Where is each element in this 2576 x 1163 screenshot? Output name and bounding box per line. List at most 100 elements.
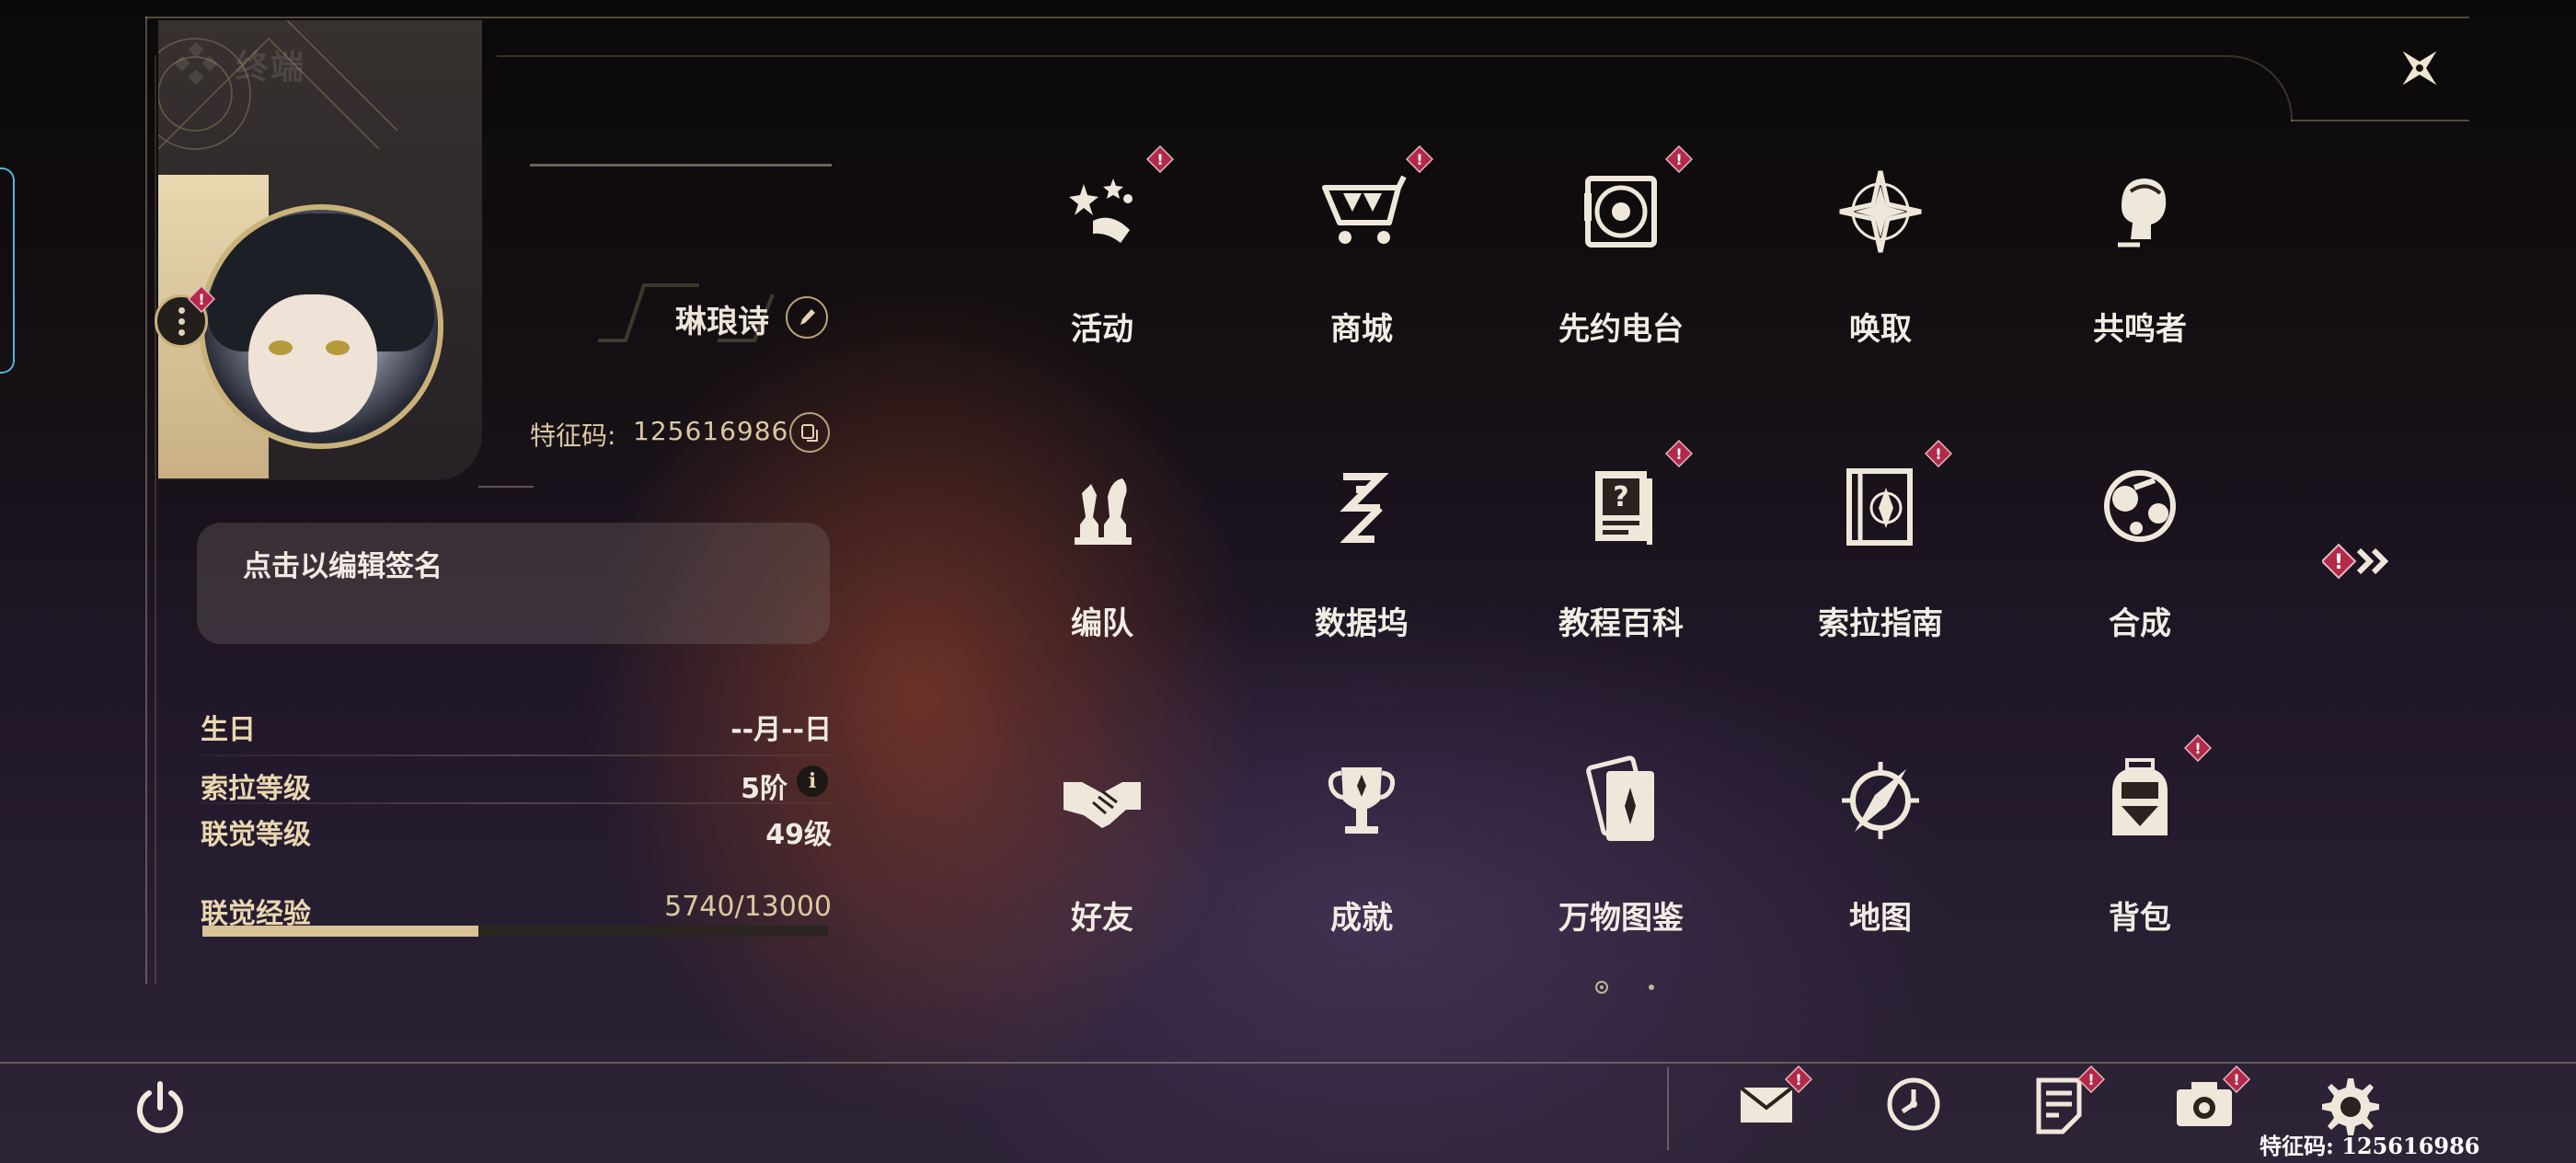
xp-bar-fill bbox=[202, 926, 478, 937]
svg-text:!: ! bbox=[1795, 1071, 1801, 1088]
menu-item-8[interactable]: 索拉指南! bbox=[1779, 439, 1982, 644]
menu-item-12[interactable]: 万物图鉴 bbox=[1520, 754, 1722, 938]
sol-level-label: 索拉等级 bbox=[201, 773, 311, 805]
svg-text:!: ! bbox=[1935, 445, 1941, 463]
power-button[interactable] bbox=[127, 1075, 193, 1141]
clock-button[interactable] bbox=[1880, 1071, 1947, 1137]
menu-item-14[interactable]: 背包! bbox=[2039, 733, 2241, 938]
menu-item-10[interactable]: 好友 bbox=[1001, 754, 1203, 938]
uid-label: 特征码: bbox=[530, 420, 616, 451]
tutorial-book-icon: ? bbox=[1575, 460, 1667, 552]
trophy-icon bbox=[1316, 754, 1408, 846]
edit-name-button[interactable] bbox=[786, 296, 828, 339]
pager-dot-active[interactable] bbox=[1595, 981, 1608, 994]
menu-item-2[interactable]: 先约电台! bbox=[1520, 144, 1722, 350]
svg-text:!: ! bbox=[2233, 1071, 2239, 1088]
stat-divider bbox=[201, 754, 832, 756]
backpack-icon bbox=[2094, 754, 2186, 846]
menu-item-label: 活动 bbox=[1071, 311, 1133, 348]
svg-text:!: ! bbox=[2334, 551, 2343, 574]
avatar-eye bbox=[269, 340, 293, 355]
alert-badge: ! bbox=[2183, 733, 2213, 763]
alert-badge: ! bbox=[1924, 439, 1953, 468]
map-compass-icon bbox=[1834, 754, 1926, 846]
power-icon bbox=[137, 1081, 183, 1134]
avatar-eye bbox=[326, 340, 350, 355]
menu-item-label: 地图 bbox=[1849, 900, 1912, 937]
signature-field[interactable]: 点击以编辑签名 bbox=[197, 523, 830, 644]
menu-item-6[interactable]: 数据坞 bbox=[1260, 460, 1463, 644]
menu-item-label: 先约电台 bbox=[1558, 311, 1684, 348]
alert-badge: ! bbox=[1664, 439, 1694, 468]
svg-text:!: ! bbox=[2194, 740, 2201, 757]
card-collection-icon bbox=[1575, 754, 1667, 846]
info-icon[interactable]: i bbox=[797, 766, 828, 797]
alert-badge: ! bbox=[1405, 144, 1434, 174]
pencil-icon bbox=[800, 309, 815, 325]
resonator-head-icon bbox=[2094, 166, 2186, 258]
menu-item-13[interactable]: 地图 bbox=[1779, 754, 1982, 938]
sol-level-value: 5阶 bbox=[741, 773, 788, 805]
alert-badge: ! bbox=[1145, 144, 1175, 174]
pager-dot[interactable] bbox=[1649, 985, 1654, 990]
menu-item-5[interactable]: 编队 bbox=[1001, 460, 1203, 644]
shop-cart-icon bbox=[1316, 166, 1408, 258]
alert-badge: ! bbox=[1664, 144, 1694, 174]
svg-text:?: ? bbox=[1613, 481, 1628, 513]
close-star-icon bbox=[2402, 51, 2437, 86]
player-name: 琳琅诗 bbox=[675, 304, 769, 340]
bottom-bar-divider bbox=[1667, 1067, 1669, 1150]
alert-badge: ! bbox=[1784, 1065, 1813, 1094]
menu-item-label: 商城 bbox=[1330, 311, 1393, 348]
data-dock-icon bbox=[1316, 460, 1408, 552]
camera-button[interactable]: ! bbox=[2171, 1065, 2251, 1137]
menu-item-label: 教程百科 bbox=[1558, 605, 1684, 642]
left-edge-tab[interactable] bbox=[0, 167, 15, 374]
close-button[interactable] bbox=[2392, 40, 2447, 96]
name-divider bbox=[530, 164, 832, 167]
menu-item-label: 万物图鉴 bbox=[1558, 900, 1684, 937]
xp-value: 5740/13000 bbox=[664, 891, 832, 923]
avatar-alert-badge: ! bbox=[187, 284, 216, 314]
summon-compass-star-icon bbox=[1834, 166, 1926, 258]
menu-item-9[interactable]: 合成 bbox=[2039, 460, 2241, 644]
menu-item-label: 合成 bbox=[2109, 605, 2171, 642]
copy-icon bbox=[801, 424, 818, 442]
frame-top-line bbox=[145, 17, 2469, 18]
radio-disc-icon bbox=[1575, 166, 1667, 258]
menu-item-0[interactable]: 活动! bbox=[1001, 144, 1203, 350]
menu-item-label: 唤取 bbox=[1849, 311, 1912, 348]
menu-item-label: 数据坞 bbox=[1315, 605, 1409, 642]
svg-text:!: ! bbox=[1675, 445, 1682, 463]
alert-badge: ! bbox=[2222, 1065, 2251, 1094]
menu-item-7[interactable]: ? 教程百科! bbox=[1520, 439, 1722, 644]
mail-button[interactable]: ! bbox=[1733, 1065, 1813, 1137]
menu-item-4[interactable]: 共鸣者 bbox=[2039, 166, 2241, 350]
menu-item-label: 背包 bbox=[2109, 900, 2171, 937]
svg-text:!: ! bbox=[198, 291, 204, 308]
chess-team-icon bbox=[1056, 460, 1148, 552]
svg-text:!: ! bbox=[1675, 151, 1682, 168]
svg-text:!: ! bbox=[1416, 151, 1422, 168]
menu-item-1[interactable]: 商城! bbox=[1260, 144, 1463, 350]
birthday-label: 生日 bbox=[201, 714, 256, 746]
guide-book-icon bbox=[1834, 460, 1926, 552]
menu-item-11[interactable]: 成就 bbox=[1260, 754, 1463, 938]
handshake-icon bbox=[1056, 754, 1148, 846]
svg-text:!: ! bbox=[1156, 151, 1163, 168]
profile-divider bbox=[478, 486, 534, 488]
next-page-button[interactable]: ! bbox=[2320, 541, 2396, 582]
uid-value: 125616986 bbox=[633, 416, 789, 446]
frame-curve bbox=[497, 55, 2293, 121]
union-level-label: 联觉等级 bbox=[201, 819, 311, 851]
copy-uid-button[interactable] bbox=[789, 412, 830, 453]
bottom-bar-line bbox=[0, 1062, 2576, 1064]
menu-item-3[interactable]: 唤取 bbox=[1779, 166, 1982, 350]
menu-item-label: 好友 bbox=[1071, 900, 1133, 937]
birthday-value: --月--日 bbox=[730, 714, 832, 746]
frame-right-cap bbox=[2291, 120, 2469, 121]
menu-item-label: 共鸣者 bbox=[2093, 311, 2187, 348]
synthesis-icon bbox=[2094, 460, 2186, 552]
menu-item-label: 编队 bbox=[1071, 605, 1133, 642]
notes-button[interactable]: ! bbox=[2026, 1065, 2106, 1137]
